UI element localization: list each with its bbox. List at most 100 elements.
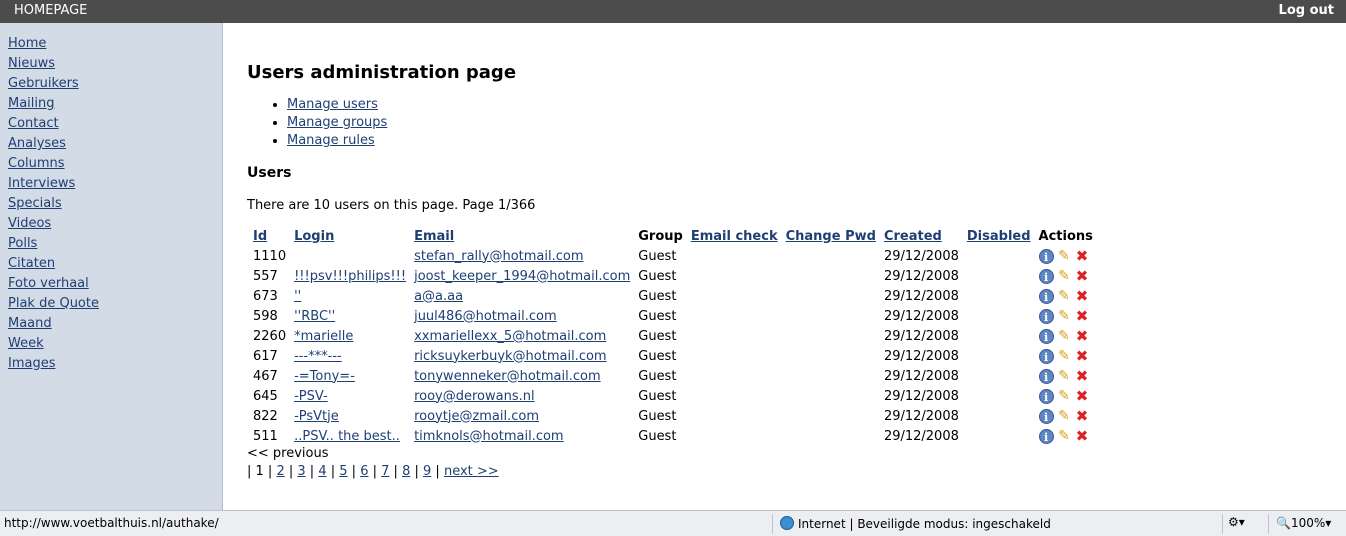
- page-link[interactable]: 6: [360, 464, 368, 479]
- page-link[interactable]: 9: [423, 464, 431, 479]
- sort-created-link[interactable]: Created: [884, 229, 942, 244]
- sidebar-link-videos[interactable]: Videos: [8, 216, 51, 231]
- col-disabled[interactable]: Disabled: [963, 226, 1035, 246]
- zoom-control[interactable]: 🔍100%▾: [1276, 516, 1331, 530]
- info-icon[interactable]: i: [1038, 308, 1054, 324]
- pencil-icon[interactable]: ✎: [1057, 308, 1072, 324]
- info-icon[interactable]: i: [1038, 368, 1054, 384]
- user-email-link[interactable]: stefan_rally@hotmail.com: [414, 249, 583, 264]
- sidebar-link-columns[interactable]: Columns: [8, 156, 65, 171]
- pencil-icon[interactable]: ✎: [1057, 248, 1072, 264]
- info-icon[interactable]: i: [1038, 348, 1054, 364]
- pencil-icon[interactable]: ✎: [1057, 348, 1072, 364]
- sidebar-link-contact[interactable]: Contact: [8, 116, 59, 131]
- info-icon[interactable]: i: [1038, 288, 1054, 304]
- delete-icon[interactable]: ✖: [1075, 308, 1090, 324]
- logout-link[interactable]: Log out: [1279, 3, 1334, 18]
- delete-icon[interactable]: ✖: [1075, 428, 1090, 444]
- section-title: Users: [247, 165, 292, 181]
- sidebar-link-mailing[interactable]: Mailing: [8, 96, 55, 111]
- user-email-link[interactable]: tonywenneker@hotmail.com: [414, 369, 601, 384]
- delete-icon[interactable]: ✖: [1075, 388, 1090, 404]
- user-email-link[interactable]: xxmariellexx_5@hotmail.com: [414, 329, 606, 344]
- user-email-link[interactable]: rooytje@zmail.com: [414, 409, 539, 424]
- pencil-icon[interactable]: ✎: [1057, 428, 1072, 444]
- col-change-pwd[interactable]: Change Pwd: [782, 226, 880, 246]
- user-id: 645: [253, 388, 278, 404]
- info-icon[interactable]: i: [1038, 248, 1054, 264]
- sidebar-link-gebruikers[interactable]: Gebruikers: [8, 76, 79, 91]
- sidebar-link-maand[interactable]: Maand: [8, 316, 52, 331]
- sidebar-link-home[interactable]: Home: [8, 36, 46, 51]
- page-link[interactable]: 4: [318, 464, 326, 479]
- user-email-cell: rooytje@zmail.com: [410, 406, 634, 426]
- delete-icon[interactable]: ✖: [1075, 288, 1090, 304]
- pencil-icon[interactable]: ✎: [1057, 408, 1072, 424]
- sidebar-link-specials[interactable]: Specials: [8, 196, 62, 211]
- admin-link-manage-rules[interactable]: Manage rules: [287, 133, 375, 148]
- protected-mode-icon[interactable]: ⚙▾: [1228, 515, 1245, 529]
- page-link[interactable]: 3: [297, 464, 305, 479]
- sort-email-link[interactable]: Email: [414, 229, 454, 244]
- col-created[interactable]: Created: [880, 226, 963, 246]
- col-login[interactable]: Login: [290, 226, 410, 246]
- user-login-link[interactable]: *marielle: [294, 329, 353, 344]
- user-email-link[interactable]: timknols@hotmail.com: [414, 429, 564, 444]
- sidebar-link-citaten[interactable]: Citaten: [8, 256, 55, 271]
- delete-icon[interactable]: ✖: [1075, 368, 1090, 384]
- info-icon[interactable]: i: [1038, 408, 1054, 424]
- user-email-link[interactable]: joost_keeper_1994@hotmail.com: [414, 269, 630, 284]
- sort-disabled-link[interactable]: Disabled: [967, 229, 1031, 244]
- sidebar-link-nieuws[interactable]: Nieuws: [8, 56, 55, 71]
- info-icon[interactable]: i: [1038, 388, 1054, 404]
- user-email-link[interactable]: ricksuykerbuyk@hotmail.com: [414, 349, 607, 364]
- admin-link-manage-users[interactable]: Manage users: [287, 97, 378, 112]
- pencil-icon[interactable]: ✎: [1057, 368, 1072, 384]
- pencil-icon[interactable]: ✎: [1057, 388, 1072, 404]
- sort-id-link[interactable]: Id: [253, 229, 267, 244]
- page-link[interactable]: 5: [339, 464, 347, 479]
- user-login-link[interactable]: '': [294, 289, 301, 304]
- user-email-link[interactable]: juul486@hotmail.com: [414, 309, 557, 324]
- delete-icon[interactable]: ✖: [1075, 328, 1090, 344]
- info-icon[interactable]: i: [1038, 268, 1054, 284]
- user-login-link[interactable]: ---***---: [294, 349, 342, 364]
- security-zone: Internet | Beveiligde modus: ingeschakel…: [780, 516, 1051, 531]
- col-email-check[interactable]: Email check: [687, 226, 782, 246]
- next-page-link[interactable]: next >>: [444, 464, 499, 479]
- delete-icon[interactable]: ✖: [1075, 348, 1090, 364]
- page-link[interactable]: 2: [276, 464, 284, 479]
- col-email[interactable]: Email: [410, 226, 634, 246]
- user-email-link[interactable]: a@a.aa: [414, 289, 463, 304]
- page-link[interactable]: 8: [402, 464, 410, 479]
- delete-icon[interactable]: ✖: [1075, 408, 1090, 424]
- user-email-link[interactable]: rooy@derowans.nl: [414, 389, 535, 404]
- sidebar-link-polls[interactable]: Polls: [8, 236, 37, 251]
- sort-login-link[interactable]: Login: [294, 229, 334, 244]
- user-login-link[interactable]: ..PSV.. the best..: [294, 429, 400, 444]
- pencil-icon[interactable]: ✎: [1057, 268, 1072, 284]
- user-login-link[interactable]: !!!psv!!!philips!!!: [294, 269, 406, 284]
- col-id[interactable]: Id: [249, 226, 290, 246]
- sidebar-link-week[interactable]: Week: [8, 336, 44, 351]
- delete-icon[interactable]: ✖: [1075, 248, 1090, 264]
- admin-link-manage-groups[interactable]: Manage groups: [287, 115, 387, 130]
- sort-change-pwd-link[interactable]: Change Pwd: [786, 229, 876, 244]
- info-icon[interactable]: i: [1038, 428, 1054, 444]
- homepage-label[interactable]: HOMEPAGE: [14, 3, 87, 18]
- pencil-icon[interactable]: ✎: [1057, 288, 1072, 304]
- sidebar-link-images[interactable]: Images: [8, 356, 56, 371]
- pencil-icon[interactable]: ✎: [1057, 328, 1072, 344]
- info-icon[interactable]: i: [1038, 328, 1054, 344]
- sidebar-link-plak-de-quote[interactable]: Plak de Quote: [8, 296, 99, 311]
- user-login-link[interactable]: -PsVtje: [294, 409, 339, 424]
- delete-icon[interactable]: ✖: [1075, 268, 1090, 284]
- sidebar-link-analyses[interactable]: Analyses: [8, 136, 66, 151]
- page-link[interactable]: 7: [381, 464, 389, 479]
- user-login-link[interactable]: -=Tony=-: [294, 369, 355, 384]
- sidebar-link-interviews[interactable]: Interviews: [8, 176, 75, 191]
- sidebar-link-foto-verhaal[interactable]: Foto verhaal: [8, 276, 89, 291]
- user-login-link[interactable]: -PSV-: [294, 389, 328, 404]
- user-login-link[interactable]: ''RBC'': [294, 309, 335, 324]
- sort-email-check-link[interactable]: Email check: [691, 229, 778, 244]
